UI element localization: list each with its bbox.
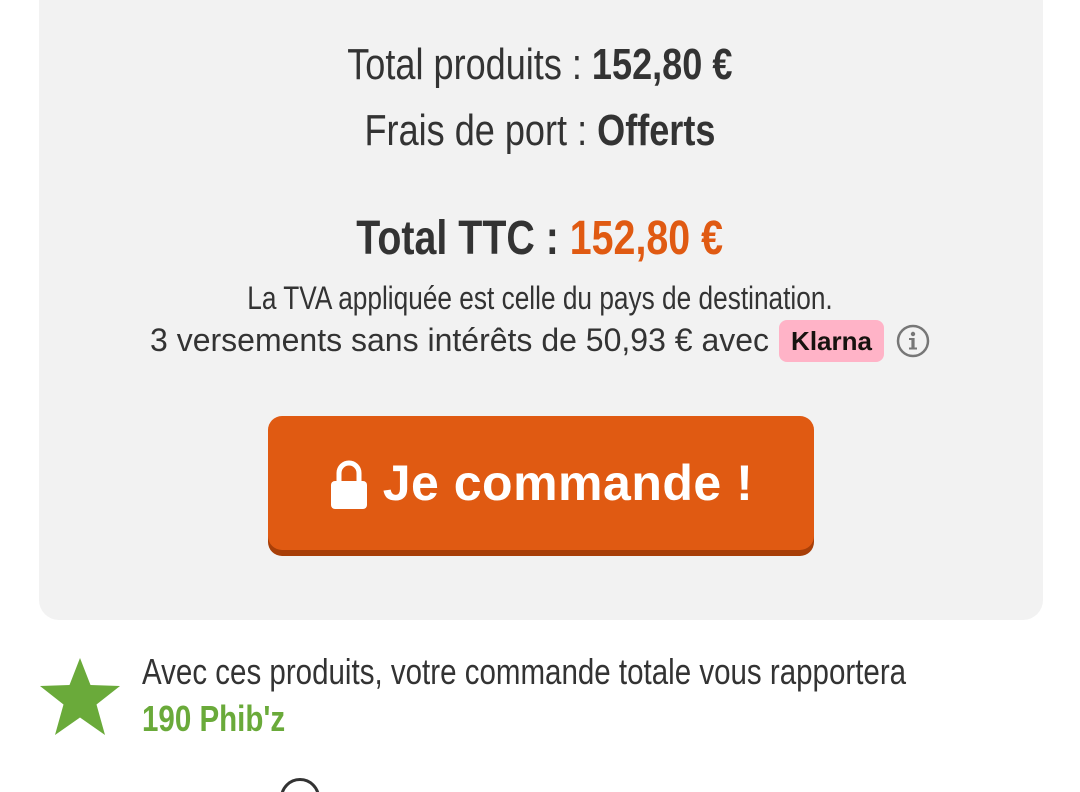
lock-icon <box>330 460 367 509</box>
products-total-row: Total produits : 152,80 € <box>0 40 1080 90</box>
rewards-block: Avec ces produits, votre commande totale… <box>142 650 1042 744</box>
info-icon[interactable] <box>896 324 930 358</box>
order-button[interactable]: Je commande ! <box>268 416 814 550</box>
radio-icon[interactable] <box>280 778 320 792</box>
products-total-value: 152,80 € <box>592 40 733 89</box>
total-ttc-row: Total TTC : 152,80 € <box>0 212 1080 266</box>
shipping-value: Offerts <box>597 106 716 155</box>
shipping-row: Frais de port : Offerts <box>0 106 1080 156</box>
vat-note: La TVA appliquée est celle du pays de de… <box>0 280 1080 316</box>
total-ttc-label: Total TTC : <box>356 212 571 265</box>
klarna-badge: Klarna <box>779 319 884 362</box>
order-button-label: Je commande ! <box>382 455 754 511</box>
rewards-text: Avec ces produits, votre commande totale… <box>142 651 907 692</box>
installments-text: 3 versements sans intérêts de 50,93 € av… <box>150 322 770 358</box>
rewards-points: 190 Phib'z <box>142 698 286 739</box>
vat-note-text: La TVA appliquée est celle du pays de de… <box>247 280 833 316</box>
klarna-installments-row: 3 versements sans intérêts de 50,93 € av… <box>0 316 1080 364</box>
products-total-label: Total produits : <box>347 40 593 89</box>
shipping-label: Frais de port : <box>364 106 598 155</box>
next-section-peek <box>280 772 840 792</box>
star-icon <box>40 658 120 735</box>
total-ttc-value: 152,80 € <box>570 212 724 265</box>
